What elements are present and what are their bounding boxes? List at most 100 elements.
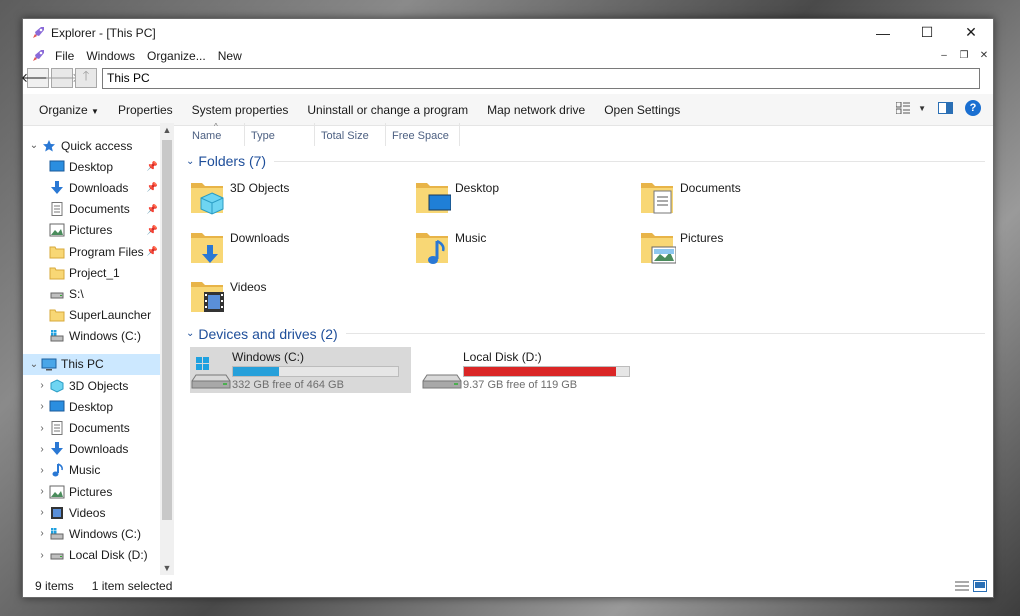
nav-quick-item[interactable]: Program Files 📌 — [23, 241, 160, 262]
chevron-right-icon[interactable]: › — [35, 550, 49, 561]
folder-item[interactable]: Desktop — [415, 174, 640, 224]
column-total-size[interactable]: Total Size — [315, 123, 386, 146]
nav-pc-item[interactable]: › Videos — [23, 502, 160, 523]
chevron-right-icon[interactable]: › — [35, 528, 49, 539]
properties-button[interactable]: Properties — [112, 103, 186, 117]
documents-icon — [49, 421, 65, 436]
documents-folder-icon — [640, 177, 676, 217]
chevron-right-icon[interactable]: › — [35, 380, 49, 391]
folder-item[interactable]: Downloads — [190, 224, 415, 274]
music-folder-icon — [415, 227, 451, 267]
nav-pc-item[interactable]: › 3D Objects — [23, 375, 160, 396]
preview-pane-icon[interactable] — [938, 102, 953, 114]
nav-pc-item[interactable]: › Local Disk (D:) — [23, 545, 160, 566]
uninstall-button[interactable]: Uninstall or change a program — [301, 103, 481, 117]
details-view-icon[interactable] — [955, 580, 969, 592]
folder-item[interactable]: Music — [415, 224, 640, 274]
nav-scrollbar[interactable]: ▲ ▼ — [160, 123, 174, 575]
mdi-minimize-button[interactable]: – — [935, 47, 953, 63]
explorer-window: Explorer - [This PC] — ☐ ✕ File Windows … — [21, 18, 994, 598]
nav-pc-item[interactable]: › Documents — [23, 417, 160, 438]
menu-organize[interactable]: Organize... — [141, 49, 212, 63]
mdi-restore-button[interactable]: ❐ — [955, 47, 973, 63]
folder-item[interactable]: Videos — [190, 273, 415, 323]
open-settings-button[interactable]: Open Settings — [598, 103, 693, 117]
drive-icon — [49, 548, 65, 562]
drive-item[interactable]: Windows (C:) 332 GB free of 464 GB — [190, 346, 411, 393]
pictures-icon — [49, 485, 65, 499]
up-button[interactable]: 🡑 — [75, 68, 97, 88]
mdi-close-button[interactable]: ✕ — [975, 47, 993, 63]
nav-pc-item[interactable]: › Pictures — [23, 481, 160, 502]
drive-item[interactable]: Local Disk (D:) 9.37 GB free of 119 GB — [421, 347, 642, 393]
organize-button[interactable]: Organize ▼ — [33, 103, 112, 117]
folder-item[interactable]: Pictures — [640, 224, 865, 274]
maximize-button[interactable]: ☐ — [905, 19, 949, 46]
folders-group-header[interactable]: ⌄ Folders (7) — [186, 150, 993, 172]
column-free-space[interactable]: Free Space — [386, 123, 460, 146]
pictures-folder-icon — [640, 227, 677, 267]
nav-pc-item[interactable]: › Music — [23, 460, 160, 481]
hard-drive-icon — [421, 347, 463, 393]
title-bar[interactable]: Explorer - [This PC] — ☐ ✕ — [23, 19, 993, 46]
downloads-icon — [49, 442, 65, 456]
folder-item[interactable]: Documents — [640, 174, 865, 224]
folder-item[interactable]: 3D Objects — [190, 174, 415, 224]
scroll-down-arrow-icon[interactable]: ▼ — [160, 561, 174, 575]
nav-quick-access[interactable]: ⌄ Quick access — [23, 135, 160, 156]
nav-this-pc[interactable]: ⌄ This PC — [23, 353, 160, 376]
scroll-thumb[interactable] — [162, 140, 172, 520]
chevron-right-icon[interactable]: › — [35, 401, 49, 412]
downloads-folder-icon — [190, 227, 226, 267]
chevron-down-icon[interactable]: ⌄ — [27, 140, 41, 151]
change-view-button[interactable]: ▼ — [896, 102, 926, 114]
chevron-right-icon[interactable]: › — [35, 507, 49, 518]
nav-quick-item[interactable]: Documents 📌 — [23, 199, 160, 220]
drive-icon — [49, 287, 65, 301]
desktop-icon — [49, 160, 65, 174]
nav-quick-item[interactable]: Desktop 📌 — [23, 156, 160, 177]
nav-pc-item[interactable]: › Windows (C:) — [23, 523, 160, 544]
chevron-down-icon: ⌄ — [186, 328, 195, 339]
close-button[interactable]: ✕ — [949, 19, 993, 46]
videos-icon — [49, 506, 65, 520]
menu-file[interactable]: File — [49, 49, 80, 63]
large-icons-view-icon[interactable] — [973, 580, 987, 592]
address-row: 🡐 🡒 🡑 — [21, 66, 993, 90]
drives-group-header[interactable]: ⌄ Devices and drives (2) — [186, 323, 993, 345]
menu-new[interactable]: New — [212, 49, 248, 63]
videos-folder-icon — [190, 276, 226, 316]
nav-quick-item[interactable]: Downloads 📌 — [23, 177, 160, 198]
details-view-icon — [896, 102, 911, 114]
scroll-up-arrow-icon[interactable]: ▲ — [160, 123, 174, 137]
system-properties-button[interactable]: System properties — [186, 103, 302, 117]
chevron-right-icon[interactable]: › — [35, 465, 49, 476]
chevron-right-icon[interactable]: › — [35, 423, 49, 434]
status-selection: 1 item selected — [91, 579, 173, 593]
chevron-down-icon[interactable]: ⌄ — [27, 359, 41, 370]
sort-up-icon: ^ — [214, 122, 218, 131]
desktop-folder-icon — [415, 177, 452, 217]
menu-bar: File Windows Organize... New — [23, 46, 993, 66]
help-icon[interactable]: ? — [965, 100, 981, 116]
nav-quick-item[interactable]: S:\ — [23, 283, 160, 304]
nav-pc-item[interactable]: › Desktop — [23, 396, 160, 417]
folder-icon — [49, 245, 65, 259]
chevron-right-icon[interactable]: › — [35, 444, 49, 455]
chevron-right-icon[interactable]: › — [35, 486, 49, 497]
nav-quick-item[interactable]: Pictures 📌 — [23, 220, 160, 241]
nav-quick-item[interactable]: Project_1 — [23, 262, 160, 283]
nav-quick-item[interactable]: SuperLauncher — [23, 305, 160, 326]
address-input[interactable] — [102, 67, 980, 89]
column-type[interactable]: Type — [245, 123, 315, 146]
menu-windows[interactable]: Windows — [80, 49, 141, 63]
chevron-down-icon: ▼ — [918, 103, 926, 113]
main-pane: ^ Name Type Total Size Free Space ⌄ Fold… — [174, 122, 993, 575]
forward-button[interactable]: 🡒 — [45, 68, 79, 88]
chevron-down-icon: ▼ — [91, 106, 99, 116]
navigation-pane: ⌄ Quick access Desktop 📌 Downloads 📌 Documen… — [23, 123, 160, 575]
nav-pc-item[interactable]: › Downloads — [23, 439, 160, 460]
nav-quick-item[interactable]: Windows (C:) — [23, 326, 160, 347]
map-network-drive-button[interactable]: Map network drive — [481, 103, 598, 117]
minimize-button[interactable]: — — [861, 19, 905, 46]
